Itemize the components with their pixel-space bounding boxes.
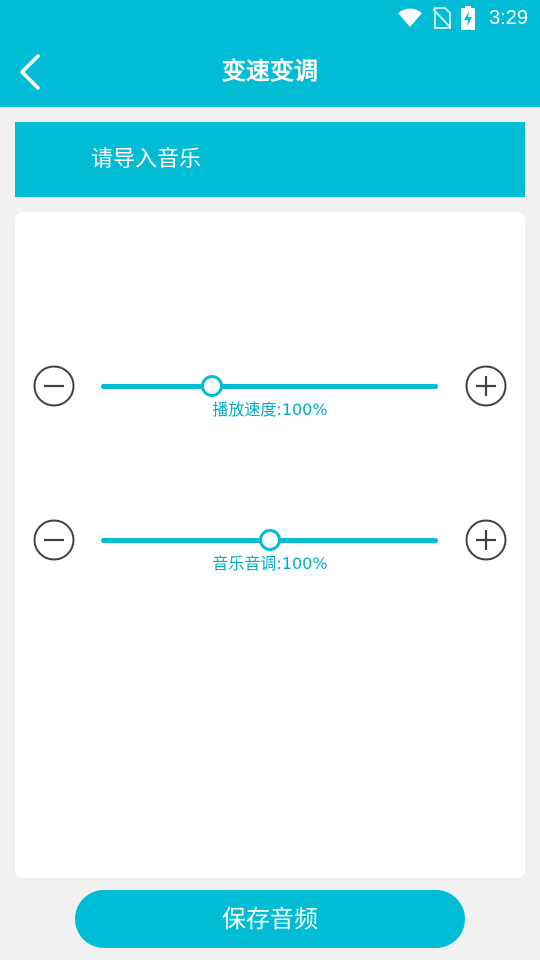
pitch-slider-thumb[interactable] [258, 529, 281, 551]
speed-slider-thumb[interactable] [201, 375, 224, 397]
status-bar: 3:29 [0, 0, 540, 36]
page-title: 变速变调 [222, 57, 318, 85]
speed-slider[interactable] [101, 375, 438, 397]
controls-card: 播放速度:100% 音乐音调:100% [15, 212, 525, 878]
pitch-control: 音乐音调:100% [15, 519, 525, 609]
app-bar: 变速变调 [0, 36, 540, 107]
speed-control: 播放速度:100% [15, 365, 525, 455]
wifi-icon [397, 7, 423, 29]
top-bar: 3:29 变速变调 [0, 0, 540, 107]
no-sim-icon [433, 7, 452, 29]
speed-slider-track [101, 384, 438, 389]
pitch-label: 音乐音调:100% [212, 554, 328, 573]
battery-charging-icon [461, 6, 476, 30]
import-music-label: 请导入音乐 [91, 147, 202, 172]
save-audio-button[interactable]: 保存音频 [75, 890, 465, 948]
status-time: 3:29 [489, 6, 528, 29]
import-music-button[interactable]: 请导入音乐 [15, 122, 525, 197]
pitch-slider[interactable] [101, 529, 438, 551]
speed-label: 播放速度:100% [212, 400, 328, 419]
